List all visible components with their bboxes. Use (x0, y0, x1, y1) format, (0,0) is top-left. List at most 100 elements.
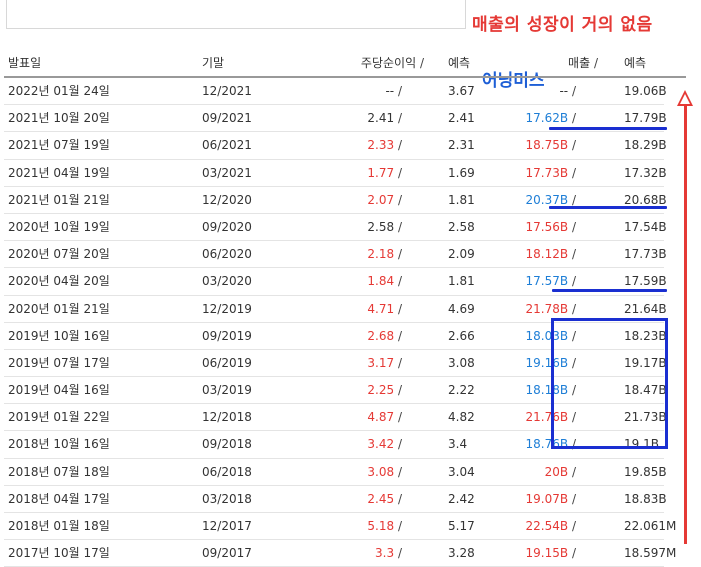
cell-period: 03/2021 (202, 165, 252, 180)
cell-revenue-value: 19.07B (525, 491, 569, 506)
cell-revenue-value: 17.56B (525, 219, 569, 234)
header-period: 기말 (202, 56, 225, 70)
cell-eps-est: 3.04 (448, 464, 475, 479)
cell-eps: 4.71 / (367, 296, 402, 322)
cell-eps-sep: / (397, 519, 402, 533)
cell-period: 03/2018 (202, 491, 252, 506)
cell-eps-value: 2.07 (367, 192, 395, 207)
annotation-underline-3 (552, 289, 667, 292)
cell-revenue: 19.07B / (526, 486, 576, 512)
cell-eps: 5.18 / (367, 513, 402, 539)
cell-eps: 2.58 / (367, 214, 402, 240)
cell-date: 2018년 07월 18일 (8, 464, 110, 479)
cell-eps-sep: / (397, 274, 402, 289)
header-revenue-est: 예측 (624, 56, 647, 70)
table-row: 2018년 04월 17일 03/2018 2.45 / 2.42 19.07B / 18… (4, 486, 667, 513)
table-row: 2021년 01월 21일 12/2020 2.07 /1.81 20.37B /20… (4, 187, 667, 214)
table-header: 발표일 기말 주당순이익 / 예측 매출 / 예측 (4, 52, 686, 78)
cell-eps-sep: / (397, 247, 402, 262)
cell-period: 09/2018 (202, 437, 252, 452)
cell-eps-value: 1.84 (367, 274, 395, 289)
cell-period: 12/2018 (202, 410, 252, 425)
table-row: 2020년 07월 20일 06/2020 2.18 / 2.09 18.12B / 17… (4, 241, 667, 269)
cell-eps-value: 3.42 (367, 437, 395, 452)
cell-revenue-sep: / (571, 464, 576, 479)
cell-revenue-value: 22.54B (525, 519, 569, 533)
cell-eps: 3.08 / (367, 459, 402, 485)
cell-date: 2020년 07월 20일 (8, 247, 110, 262)
cell-eps-est: 3.08 (448, 355, 475, 370)
cell-period: 06/2020 (202, 247, 252, 262)
cell-period: 06/2019 (202, 355, 252, 370)
cell-period: 12/2017 (202, 519, 252, 533)
cell-revenue-value: 17.73B (525, 165, 569, 180)
cell-eps-sep: / (397, 464, 402, 479)
cell-eps-est: 4.82 (448, 410, 475, 425)
cell-eps-est: 2.42 (448, 491, 475, 506)
up-arrow-icon (677, 90, 693, 106)
cell-eps-est: 1.69 (448, 165, 475, 180)
cell-revenue-est: 17.73B (624, 247, 667, 262)
cell-eps-est: 2.31 (448, 138, 475, 153)
cell-revenue: 18.12B / (526, 241, 576, 267)
cell-eps-sep: / (397, 138, 402, 153)
cell-revenue-sep: / (571, 192, 576, 207)
cell-revenue-est: 18.29B (624, 138, 667, 153)
cell-eps-est: 2.58 (448, 219, 475, 234)
cell-eps-est: 5.17 (448, 519, 475, 533)
cell-date: 2022년 01월 24일 (8, 84, 110, 98)
cell-revenue-est: 22.061M (624, 519, 677, 533)
cell-eps: 1.77 / (367, 160, 402, 186)
cell-eps-est: 2.41 (448, 111, 475, 126)
table-row: 2022년 01월 24일 12/2021 -- / 3.67 -- / 19.06B (4, 78, 667, 106)
cell-eps-est: 3.4 (448, 437, 468, 452)
cell-eps-sep: / (397, 491, 402, 506)
cell-date: 2019년 01월 22일 (8, 410, 110, 425)
cell-revenue-sep: / (571, 546, 576, 561)
cell-eps-value: 2.18 (367, 247, 395, 262)
table-row: 2018년 07월 18일 06/2018 3.08 / 3.04 20B / 19.85… (4, 459, 667, 486)
cell-date: 2020년 10월 19일 (8, 219, 110, 234)
cell-eps-sep: / (397, 546, 402, 561)
cell-period: 09/2017 (202, 546, 252, 561)
cell-eps: 2.18 / (367, 241, 402, 267)
cell-revenue-value: -- (559, 84, 569, 98)
cell-revenue-est: 18.83B (624, 491, 667, 506)
cell-revenue-sep: / (571, 219, 576, 234)
cell-date: 2020년 01월 21일 (8, 301, 110, 316)
cell-eps-sep: / (397, 410, 402, 425)
cell-revenue-est: 18.597M (624, 546, 677, 561)
cell-date: 2018년 04월 17일 (8, 491, 110, 506)
cell-eps-value: 5.18 (367, 519, 395, 533)
cell-revenue-est: 19.85B (624, 464, 667, 479)
cell-revenue: 20B / (545, 459, 576, 485)
cell-eps-sep: / (397, 192, 402, 207)
header-date: 발표일 (8, 56, 42, 70)
cell-period: 09/2019 (202, 328, 252, 343)
cell-date: 2021년 07월 19일 (8, 138, 110, 153)
cell-eps-sep: / (397, 84, 402, 98)
cell-eps: 2.68 / (367, 323, 402, 349)
annotation-underline-1 (549, 127, 667, 130)
table-row: 2021년 04월 19일 03/2021 1.77 /1.69 17.73B /17… (4, 160, 667, 187)
cell-eps-est: 1.81 (448, 192, 475, 207)
annotation-underline-2 (549, 206, 667, 209)
cell-eps-value: 2.45 (367, 491, 395, 506)
cell-period: 03/2019 (202, 383, 252, 398)
table-row: 2017년 10월 17일 09/2017 3.3 / 3.28 19.15B / 18.… (4, 540, 676, 567)
cell-eps-est: 2.09 (448, 247, 475, 262)
header-revenue-label: 매출 (568, 56, 591, 70)
cell-eps-est: 2.22 (448, 383, 475, 398)
table-row: 2021년 07월 19일 06/2021 2.33 /2.31 18.75B /18… (4, 132, 667, 160)
cell-eps: 3.42 / (367, 431, 402, 457)
cell-revenue-est: 19.06B (624, 84, 667, 98)
cell-eps-value: 4.87 (367, 410, 395, 425)
cell-eps-value: 2.68 (367, 328, 395, 343)
cell-eps-est: 1.81 (448, 274, 475, 289)
cell-eps-sep: / (397, 328, 402, 343)
cell-revenue-sep: / (571, 274, 576, 289)
cell-date: 2021년 10월 20일 (8, 111, 110, 126)
cell-date: 2021년 04월 19일 (8, 165, 110, 180)
cell-revenue-sep: / (571, 247, 576, 262)
cell-revenue-sep: / (571, 301, 576, 316)
